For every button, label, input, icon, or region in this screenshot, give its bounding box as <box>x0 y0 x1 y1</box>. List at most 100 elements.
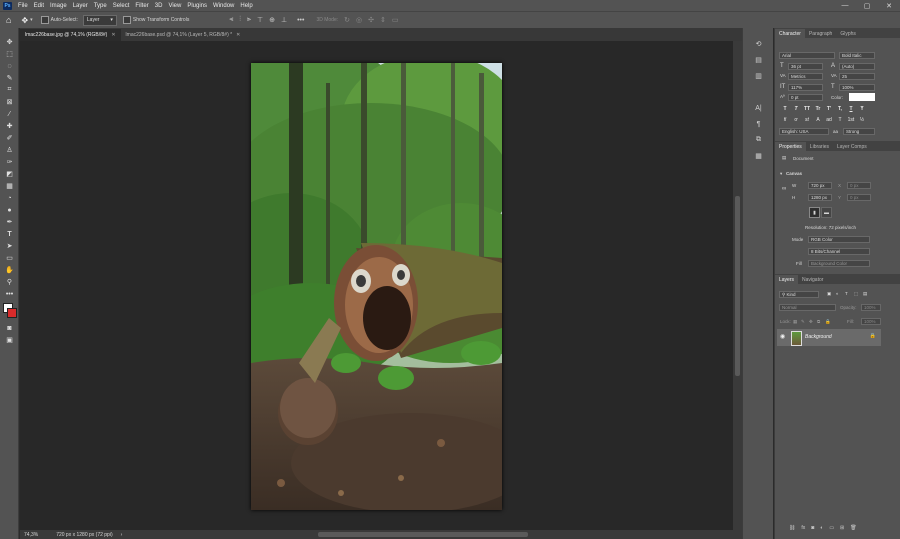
layer-mask-icon[interactable]: ◙ <box>811 525 814 531</box>
align-left-icon[interactable]: ⫷ <box>229 16 233 24</box>
font-size-field[interactable]: 36 pt <box>788 63 823 70</box>
menu-help[interactable]: Help <box>240 3 252 9</box>
menu-select[interactable]: Select <box>113 3 130 9</box>
baseline-shift-field[interactable]: 0 pt <box>788 94 823 101</box>
menu-filter[interactable]: Filter <box>135 3 148 9</box>
auto-select-checkbox[interactable] <box>40 16 49 24</box>
ordinals-button[interactable]: 1st <box>847 116 855 123</box>
font-style-dropdown[interactable]: Bold Italic <box>839 52 875 59</box>
tab-glyphs[interactable]: Glyphs <box>836 29 860 38</box>
path-selection-tool-icon[interactable]: ➤ <box>0 240 19 252</box>
scroll-thumb[interactable] <box>318 532 529 537</box>
character-icon[interactable]: A| <box>743 100 774 116</box>
glyphs-icon[interactable]: ⧉ <box>743 132 774 148</box>
eyedropper-tool-icon[interactable]: ⁄ <box>0 108 19 120</box>
section-collapse-icon[interactable]: ▾ <box>780 171 782 177</box>
canvas-height-field[interactable]: 1280 px <box>808 194 832 201</box>
horizontal-scrollbar[interactable] <box>128 532 729 537</box>
link-icon[interactable]: ∞ <box>782 186 786 192</box>
blur-tool-icon[interactable]: ◔ <box>0 192 19 204</box>
old-style-button[interactable]: ơ <box>792 116 800 123</box>
show-transform-checkbox[interactable] <box>122 16 131 24</box>
layer-filter-dropdown[interactable]: ⚲ Kind <box>779 291 819 298</box>
tab-layers[interactable]: Layers <box>775 275 799 284</box>
lock-transparent-icon[interactable]: ▦ <box>793 319 797 325</box>
3d-drag-icon[interactable]: ✣ <box>368 16 374 24</box>
menu-edit[interactable]: Edit <box>34 3 44 9</box>
scroll-thumb[interactable] <box>735 196 740 376</box>
fill-field[interactable]: 100% <box>861 318 881 325</box>
menu-window[interactable]: Window <box>213 3 234 9</box>
align-bottom-icon[interactable]: ⊥ <box>281 16 287 24</box>
frame-tool-icon[interactable]: ⊠ <box>0 96 19 108</box>
swash-button[interactable]: A <box>814 116 822 123</box>
tracking-field[interactable]: 25 <box>839 73 875 80</box>
filter-shape-icon[interactable]: ⬚ <box>854 291 858 297</box>
align-center-icon[interactable]: ⫶ <box>239 16 241 24</box>
photoshop-logo-icon[interactable]: Ps <box>3 1 12 10</box>
more-options-icon[interactable]: ••• <box>297 17 304 24</box>
healing-brush-tool-icon[interactable]: ✚ <box>0 120 19 132</box>
underline-button[interactable]: T <box>847 105 855 112</box>
faux-italic-button[interactable]: T <box>792 105 800 112</box>
tab-properties[interactable]: Properties <box>775 142 806 151</box>
swatches-icon[interactable]: ▦ <box>743 148 774 164</box>
superscript-button[interactable]: T' <box>825 105 833 112</box>
menu-layer[interactable]: Layer <box>73 3 88 9</box>
quick-select-tool-icon[interactable]: ✎ <box>0 72 19 84</box>
fill-dropdown[interactable]: Background Color <box>808 260 870 267</box>
crop-tool-icon[interactable]: ⌗ <box>0 84 19 96</box>
document-image[interactable] <box>251 63 502 510</box>
faux-bold-button[interactable]: T <box>781 105 789 112</box>
tab-paragraph[interactable]: Paragraph <box>805 29 836 38</box>
menu-plugins[interactable]: Plugins <box>187 3 207 9</box>
tool-preset-chevron-icon[interactable]: ▾ <box>30 17 33 23</box>
tab-lmac226base-jpg[interactable]: lmac226base.jpg @ 74,1% (RGB/8#) ✕ <box>20 29 121 41</box>
pen-tool-icon[interactable]: ✒ <box>0 216 19 228</box>
filter-adjustment-icon[interactable]: ◐ <box>836 291 839 296</box>
discretionary-ligatures-button[interactable]: st <box>803 116 811 123</box>
history-brush-tool-icon[interactable]: ✑ <box>0 156 19 168</box>
new-layer-icon[interactable]: ⊞ <box>840 525 844 531</box>
paragraph-icon[interactable]: ¶ <box>743 116 774 132</box>
layer-style-icon[interactable]: fx <box>801 525 805 531</box>
screen-mode-icon[interactable]: ▣ <box>0 334 19 346</box>
gradient-tool-icon[interactable]: ▦ <box>0 180 19 192</box>
kerning-field[interactable]: Metrics <box>788 73 823 80</box>
lock-image-icon[interactable]: ✎ <box>801 319 805 325</box>
ligatures-button[interactable]: fi <box>781 116 789 123</box>
auto-select-dropdown[interactable]: Layer ▾ <box>82 14 117 26</box>
tab-navigator[interactable]: Navigator <box>798 275 827 284</box>
canvas-width-field[interactable]: 720 px <box>808 182 832 189</box>
font-family-dropdown[interactable]: Arial <box>779 52 835 59</box>
eraser-tool-icon[interactable]: ◩ <box>0 168 19 180</box>
rectangle-tool-icon[interactable]: ▭ <box>0 252 19 264</box>
horizontal-scale-field[interactable]: 100% <box>839 84 875 91</box>
landscape-orientation-button[interactable]: ▬ <box>821 207 832 218</box>
menu-type[interactable]: Type <box>94 3 107 9</box>
3d-scale-icon[interactable]: ▭ <box>392 16 399 24</box>
opacity-field[interactable]: 100% <box>861 304 881 311</box>
zoom-tool-icon[interactable]: ⚲ <box>0 276 19 288</box>
blend-mode-dropdown[interactable]: Normal <box>779 304 836 311</box>
tab-lmac226base-psd[interactable]: lmac226base.psd @ 74,1% (Layer 5, RGB/8#… <box>121 29 246 41</box>
align-right-icon[interactable]: ⫸ <box>247 16 251 24</box>
color-mode-dropdown[interactable]: RGB Color <box>808 236 870 243</box>
marquee-tool-icon[interactable]: ⬚ <box>0 48 19 60</box>
canvas-y-field[interactable]: 0 px <box>847 194 871 201</box>
close-icon[interactable]: ✕ <box>236 32 240 38</box>
type-tool-icon[interactable]: T <box>0 228 19 240</box>
vertical-scale-field[interactable]: 117% <box>788 84 823 91</box>
fractions-button[interactable]: ½ <box>858 116 866 123</box>
close-icon[interactable]: ✕ <box>111 32 115 38</box>
brush-tool-icon[interactable]: ✐ <box>0 132 19 144</box>
adjustment-layer-icon[interactable]: ◐ <box>820 525 823 531</box>
lock-all-icon[interactable]: 🔒 <box>825 319 831 325</box>
menu-view[interactable]: View <box>168 3 181 9</box>
align-top-icon[interactable]: ⊤ <box>257 16 263 24</box>
delete-layer-icon[interactable]: 🗑 <box>850 525 856 531</box>
subscript-button[interactable]: T, <box>836 105 844 112</box>
layer-name[interactable]: Background <box>805 334 832 340</box>
filter-type-icon[interactable]: T <box>845 291 848 296</box>
leading-field[interactable]: (Auto) <box>839 63 875 70</box>
